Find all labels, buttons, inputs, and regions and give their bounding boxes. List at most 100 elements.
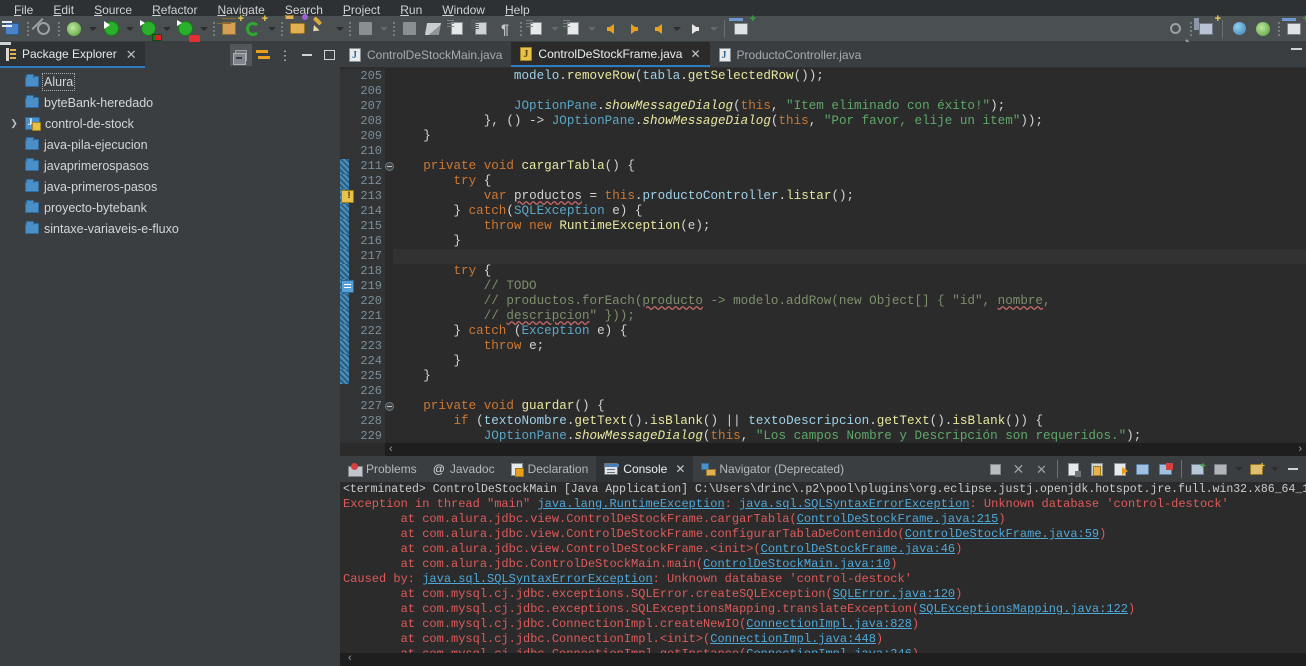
run-dropdown[interactable] xyxy=(123,18,136,40)
new-class-button[interactable]: + xyxy=(241,13,268,40)
forward-button[interactable] xyxy=(683,18,707,40)
console-minimize-button[interactable] xyxy=(1281,458,1304,481)
back-to-source-dropdown[interactable] xyxy=(548,18,561,40)
coverage-button[interactable] xyxy=(136,18,162,41)
close-icon[interactable]: ✕ xyxy=(126,48,137,61)
editor-minimize-button[interactable] xyxy=(1291,48,1302,50)
skip-breakpoints-button[interactable] xyxy=(353,18,377,40)
console-tab-problems[interactable]: Problems xyxy=(340,456,425,482)
console-tab-console[interactable]: Console ✕ xyxy=(596,456,694,482)
menu-item-edit[interactable]: Edit xyxy=(43,4,84,16)
open-console-button[interactable] xyxy=(1209,458,1232,481)
view-menu-button[interactable]: ⋮ xyxy=(274,44,296,66)
code-text[interactable]: modelo.removeRow(tabla.getSelectedRow())… xyxy=(393,69,1306,443)
back-to-source-button[interactable] xyxy=(524,18,548,40)
word-wrap-button[interactable] xyxy=(1108,458,1131,481)
console-horizontal-scrollbar[interactable]: ‹ xyxy=(340,653,1306,666)
link-with-editor-button[interactable] xyxy=(252,44,274,66)
editor-tab-productocontroller-java[interactable]: ProductoController.java xyxy=(709,42,871,67)
tree-item-sintaxe-variaveis-e-fluxo[interactable]: ❯sintaxe-variaveis-e-fluxo xyxy=(0,218,340,239)
open-console-dropdown[interactable] xyxy=(1232,458,1245,480)
tree-item-javaprimerospasos[interactable]: ❯javaprimerospasos xyxy=(0,155,340,176)
toggle-occurrences-button[interactable] xyxy=(445,18,469,40)
menu-item-run[interactable]: Run xyxy=(390,4,432,16)
stacktrace-link[interactable]: ControlDeStockFrame.java:46 xyxy=(761,542,955,556)
project-tree[interactable]: ❯Alura❯byteBank-heredado❯ control-de-stoc… xyxy=(0,68,340,666)
remove-launch-button[interactable]: ✕ xyxy=(1007,458,1030,481)
terminate-button[interactable] xyxy=(984,458,1007,481)
collapse-all-button[interactable] xyxy=(230,44,252,66)
clear-console-button[interactable] xyxy=(1062,458,1085,481)
minimize-button[interactable] xyxy=(296,44,318,66)
stacktrace-link[interactable]: java.lang.RuntimeException xyxy=(537,497,724,511)
view-menu-dropdown[interactable] xyxy=(1268,458,1281,480)
console-tab-javadoc[interactable]: @ Javadoc xyxy=(425,456,503,482)
show-console-on-output-button[interactable] xyxy=(1131,458,1154,481)
console-tab-declaration[interactable]: Declaration xyxy=(503,456,597,482)
remove-all-terminated-button[interactable]: ✕ xyxy=(1030,458,1053,481)
menu-item-source[interactable]: Source xyxy=(84,4,142,16)
search-button[interactable] xyxy=(1163,18,1187,40)
scroll-lock-button[interactable] xyxy=(1085,458,1108,481)
skip-breakpoints-dropdown[interactable] xyxy=(377,18,390,40)
java-perspective-button[interactable] xyxy=(1227,18,1251,40)
scroll-left-icon[interactable]: ‹ xyxy=(385,444,397,455)
run-button[interactable] xyxy=(99,18,123,40)
open-type-button[interactable] xyxy=(285,13,309,40)
editor-tab-controldestockmain-java[interactable]: ControlDeStockMain.java xyxy=(340,42,512,67)
forward-to-source-button[interactable] xyxy=(561,18,585,40)
next-edit-button[interactable] xyxy=(622,18,646,40)
stacktrace-link[interactable]: SQLError.java:120 xyxy=(833,587,955,601)
debug-dropdown[interactable] xyxy=(86,18,99,40)
tab-package-explorer[interactable]: Package Explorer ✕ xyxy=(0,42,145,68)
editor-tab-controldestockframe-java[interactable]: ControlDeStockFrame.java ✕ xyxy=(511,42,710,67)
console-tab-navigator[interactable]: Navigator (Deprecated) xyxy=(693,456,852,482)
show-whitespace-button[interactable] xyxy=(469,18,493,40)
maximize-button[interactable] xyxy=(318,44,340,66)
menu-item-project[interactable]: Project xyxy=(333,4,390,16)
stacktrace-link[interactable]: java.sql.SQLSyntaxErrorException xyxy=(739,497,969,511)
stacktrace-link[interactable]: SQLExceptionsMapping.java:122 xyxy=(919,602,1128,616)
quick-fix-dropdown[interactable] xyxy=(333,18,346,40)
new-editor-button[interactable]: + xyxy=(1282,13,1306,40)
back-dropdown[interactable] xyxy=(670,18,683,40)
forward-to-source-dropdown[interactable] xyxy=(585,18,598,40)
chevron-right-icon[interactable]: ❯ xyxy=(8,113,20,134)
todo-marker-icon[interactable] xyxy=(341,280,354,293)
paragraph-button[interactable]: ¶ xyxy=(493,18,517,40)
new-package-button[interactable]: + xyxy=(217,13,244,40)
tree-item-java-primeros-pasos[interactable]: ❯java-primeros-pasos xyxy=(0,176,340,197)
warning-marker-icon[interactable] xyxy=(341,189,354,204)
new-file-button[interactable] xyxy=(0,18,24,40)
close-icon[interactable]: ✕ xyxy=(690,48,700,60)
back-button[interactable] xyxy=(646,18,670,40)
display-selected-console-button[interactable]: + xyxy=(1186,458,1209,481)
menu-item-refactor[interactable]: Refactor xyxy=(142,4,207,16)
debug-button[interactable] xyxy=(62,18,86,40)
quick-fix-button[interactable] xyxy=(309,18,333,40)
forward-dropdown[interactable] xyxy=(707,18,720,40)
scroll-right-icon[interactable]: › xyxy=(1294,444,1306,455)
no-entry-button[interactable] xyxy=(31,18,55,40)
stacktrace-link[interactable]: ControlDeStockFrame.java:215 xyxy=(797,512,999,526)
tree-item-bytebank-heredado[interactable]: ❯byteBank-heredado xyxy=(0,92,340,113)
run-external-button[interactable] xyxy=(173,18,200,42)
line-number-gutter[interactable]: 2052062072082092102112122132142152162172… xyxy=(341,69,394,443)
previous-edit-button[interactable] xyxy=(598,18,622,40)
next-annotation-button[interactable] xyxy=(397,18,421,40)
close-icon[interactable]: ✕ xyxy=(675,462,685,476)
stacktrace-link[interactable]: ConnectionImpl.java:828 xyxy=(746,617,912,631)
tree-item-java-pila-ejecucion[interactable]: ❯java-pila-ejecucion xyxy=(0,134,340,155)
editor-body[interactable]: 2052062072082092102112122132142152162172… xyxy=(340,69,1306,456)
scroll-left-icon[interactable]: ‹ xyxy=(344,653,356,664)
tree-item-proyecto-bytebank[interactable]: ❯proyecto-bytebank xyxy=(0,197,340,218)
stacktrace-link[interactable]: ConnectionImpl.java:448 xyxy=(710,632,876,646)
menu-item-window[interactable]: Window xyxy=(432,4,495,16)
tree-item-alura[interactable]: ❯Alura xyxy=(0,71,340,92)
editor-horizontal-scrollbar[interactable]: ‹ › xyxy=(385,443,1306,456)
debug-perspective-button[interactable] xyxy=(1251,18,1275,40)
tree-item-control-de-stock[interactable]: ❯ control-de-stock xyxy=(0,113,340,134)
annotation-ruler[interactable] xyxy=(340,69,349,443)
ruler-button[interactable] xyxy=(421,18,445,40)
view-menu-button[interactable]: + xyxy=(1245,458,1268,481)
